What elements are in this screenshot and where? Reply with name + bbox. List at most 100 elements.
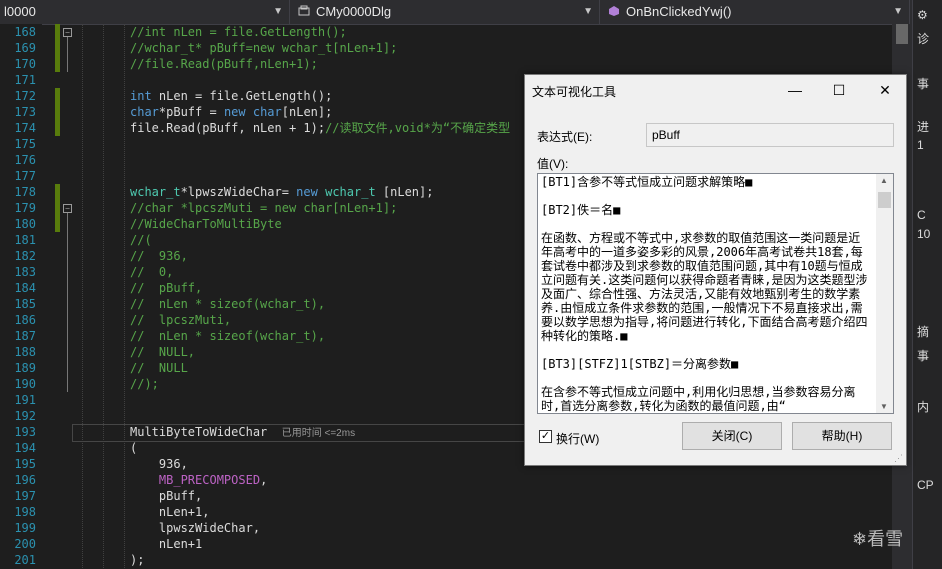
right-panel-item-6: 10 bbox=[917, 227, 931, 241]
code-line[interactable]: nLen+1, bbox=[130, 504, 210, 520]
code-line[interactable]: // NULL bbox=[130, 360, 188, 376]
navigation-bar: l0000 ▼ CMy0000Dlg ▼ OnBnClickedYwj() ▼ bbox=[0, 0, 912, 25]
code-line[interactable]: ); bbox=[130, 552, 144, 568]
code-line[interactable]: ( bbox=[130, 440, 137, 456]
scroll-up-arrow-icon[interactable]: ▲ bbox=[880, 176, 888, 185]
code-line[interactable]: // nLen * sizeof(wchar_t), bbox=[130, 296, 325, 312]
right-panel-item-1[interactable]: 诊 bbox=[917, 30, 929, 47]
value-textbox[interactable]: [BT1]含参不等式恒成立问题求解策略■ [BT2]佚＝名■ 在函数、方程或不等… bbox=[537, 173, 894, 414]
right-panel-item-10[interactable]: CP bbox=[917, 478, 934, 492]
scrollbar-thumb[interactable] bbox=[896, 24, 908, 44]
indent-guide bbox=[82, 24, 84, 568]
value-label: 值(V): bbox=[537, 157, 569, 171]
change-indicator bbox=[55, 184, 60, 232]
code-line[interactable]: //int nLen = file.GetLength(); bbox=[130, 24, 347, 40]
right-panel-item-5[interactable]: C bbox=[917, 208, 926, 222]
line-number: 181 bbox=[14, 233, 36, 247]
code-line[interactable]: nLen+1 bbox=[130, 536, 202, 552]
code-line[interactable]: //( bbox=[130, 232, 152, 248]
code-line[interactable]: lpwszWideChar, bbox=[130, 520, 260, 536]
code-line[interactable]: file.Read(pBuff, nLen + 1);//读取文件,void*为… bbox=[130, 120, 510, 136]
line-number: 174 bbox=[14, 121, 36, 135]
chevron-down-icon: ▼ bbox=[583, 6, 593, 17]
line-number: 188 bbox=[14, 345, 36, 359]
minimize-button[interactable]: — bbox=[775, 77, 815, 103]
indent-guide bbox=[103, 24, 105, 568]
line-number: 169 bbox=[14, 41, 36, 55]
code-line[interactable]: wchar_t*lpwszWideChar= new wchar_t [nLen… bbox=[130, 184, 433, 200]
code-line[interactable]: //wchar_t* pBuff=new wchar_t[nLen+1]; bbox=[130, 40, 397, 56]
resize-grip-icon[interactable]: ⋰ bbox=[894, 453, 904, 463]
code-line[interactable]: // 936, bbox=[130, 248, 188, 264]
expression-field[interactable]: pBuff bbox=[646, 123, 894, 147]
fold-toggle-icon[interactable]: − bbox=[63, 204, 72, 213]
wrap-checkbox[interactable]: ✓ bbox=[539, 430, 552, 443]
line-number: 190 bbox=[14, 377, 36, 391]
project-dropdown-label: l0000 bbox=[4, 4, 36, 19]
line-number: 201 bbox=[14, 553, 36, 567]
indent-guide bbox=[124, 24, 126, 568]
line-number: 192 bbox=[14, 409, 36, 423]
code-line[interactable]: // lpcszMuti, bbox=[130, 312, 231, 328]
dialog-title: 文本可视化工具 bbox=[532, 85, 617, 99]
value-scrollbar[interactable]: ▲ ▼ bbox=[876, 174, 893, 413]
project-dropdown[interactable]: l0000 ▼ bbox=[0, 0, 290, 24]
line-number: 193 bbox=[14, 425, 36, 439]
help-button[interactable]: 帮助(H) bbox=[792, 422, 892, 450]
line-number: 168 bbox=[14, 25, 36, 39]
line-number: 187 bbox=[14, 329, 36, 343]
code-line[interactable]: pBuff, bbox=[130, 488, 202, 504]
change-indicator bbox=[55, 24, 60, 72]
line-number: 179 bbox=[14, 201, 36, 215]
code-line[interactable]: // 0, bbox=[130, 264, 173, 280]
class-dropdown[interactable]: CMy0000Dlg ▼ bbox=[294, 0, 600, 24]
close-window-button[interactable]: ✕ bbox=[865, 77, 905, 103]
fold-region-line bbox=[67, 213, 68, 392]
line-number: 184 bbox=[14, 281, 36, 295]
scrollbar-thumb[interactable] bbox=[878, 192, 891, 208]
fold-toggle-icon[interactable]: − bbox=[63, 28, 72, 37]
line-number: 176 bbox=[14, 153, 36, 167]
code-line[interactable]: MB_PRECOMPOSED, bbox=[130, 472, 267, 488]
line-number: 178 bbox=[14, 185, 36, 199]
maximize-button[interactable]: ☐ bbox=[819, 77, 859, 103]
method-icon bbox=[608, 1, 620, 16]
settings-icon[interactable]: ⚙ bbox=[917, 8, 928, 22]
right-panel-item-9[interactable]: 内 bbox=[917, 398, 929, 415]
right-panel-item-7[interactable]: 摘 bbox=[917, 323, 929, 340]
wrap-label[interactable]: 换行(W) bbox=[556, 430, 599, 447]
right-panel-item-8[interactable]: 事 bbox=[917, 347, 929, 364]
member-dropdown[interactable]: OnBnClickedYwj() ▼ bbox=[604, 0, 910, 24]
code-line[interactable]: //file.Read(pBuff,nLen+1); bbox=[130, 56, 318, 72]
code-line[interactable]: char*pBuff = new char[nLen]; bbox=[130, 104, 332, 120]
line-number: 171 bbox=[14, 73, 36, 87]
text-visualizer-dialog: 文本可视化工具 — ☐ ✕ 表达式(E): pBuff 值(V): [BT1]含… bbox=[524, 74, 907, 466]
line-number: 186 bbox=[14, 313, 36, 327]
line-number: 183 bbox=[14, 265, 36, 279]
code-line[interactable]: //WideCharToMultiByte bbox=[130, 216, 282, 232]
code-line[interactable]: //); bbox=[130, 376, 159, 392]
chevron-down-icon: ▼ bbox=[273, 6, 283, 17]
line-number: 170 bbox=[14, 57, 36, 71]
code-line[interactable]: int nLen = file.GetLength(); bbox=[130, 88, 332, 104]
watermark-logo: ❄看雪 bbox=[852, 529, 904, 549]
code-line[interactable]: //char *lpcszMuti = new char[nLen+1]; bbox=[130, 200, 397, 216]
code-line[interactable]: // NULL, bbox=[130, 344, 195, 360]
code-line[interactable]: // pBuff, bbox=[130, 280, 202, 296]
code-line[interactable]: 936, bbox=[130, 456, 188, 472]
right-panel-item-3[interactable]: 进 bbox=[917, 118, 929, 135]
value-text: [BT1]含参不等式恒成立问题求解策略■ [BT2]佚＝名■ 在函数、方程或不等… bbox=[541, 175, 868, 413]
member-dropdown-label: OnBnClickedYwj() bbox=[626, 4, 732, 19]
right-panel-item-4: 1 bbox=[917, 138, 924, 152]
line-number: 182 bbox=[14, 249, 36, 263]
line-number: 180 bbox=[14, 217, 36, 231]
line-number: 194 bbox=[14, 441, 36, 455]
class-dropdown-label: CMy0000Dlg bbox=[316, 4, 392, 19]
line-number: 173 bbox=[14, 105, 36, 119]
right-panel-item-2[interactable]: 事 bbox=[917, 75, 929, 92]
line-number: 177 bbox=[14, 169, 36, 183]
close-button[interactable]: 关闭(C) bbox=[682, 422, 782, 450]
line-number: 198 bbox=[14, 505, 36, 519]
scroll-down-arrow-icon[interactable]: ▼ bbox=[880, 402, 888, 411]
code-line[interactable]: // nLen * sizeof(wchar_t), bbox=[130, 328, 325, 344]
